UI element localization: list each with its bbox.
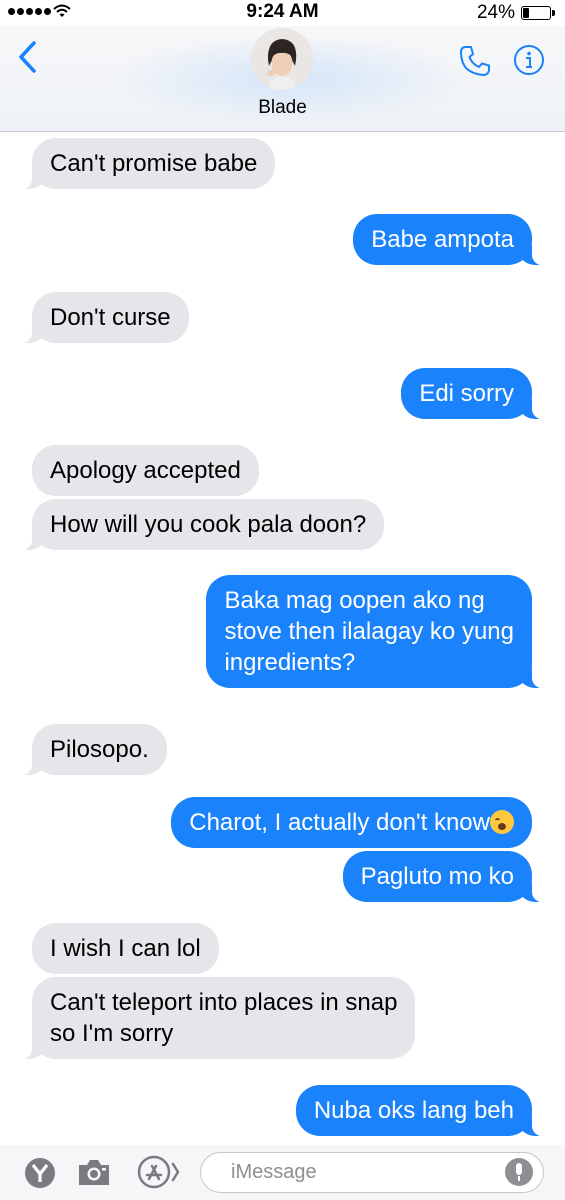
message-text-line: Can't teleport into places in snap [50, 989, 398, 1016]
battery-icon [521, 6, 555, 20]
message-bubble-incoming[interactable]: Can't promise babe [21, 138, 276, 189]
message-text: Babe ampota [371, 226, 514, 253]
message-input[interactable]: iMessage [200, 1152, 544, 1193]
battery-percentage: 24% [476, 2, 515, 23]
chevron-left-icon[interactable] [16, 40, 40, 74]
avatar[interactable] [251, 28, 313, 90]
message-text-line: stove then ilalagay ko yung [224, 618, 514, 645]
message-text: Can't promise babe [50, 150, 258, 177]
message-bubble-incoming[interactable]: Apology accepted [32, 445, 259, 496]
message-text: I wish I can lol [50, 935, 201, 962]
message-bubble-outgoing[interactable]: Nuba oks lang beh [295, 1085, 543, 1136]
message-text-line: ingredients? [224, 649, 356, 676]
message-text: Nuba oks lang beh [313, 1097, 514, 1124]
message-text: Pagluto mo ko [360, 863, 514, 890]
yelp-icon[interactable] [24, 1157, 56, 1189]
message-bubble-incoming[interactable]: Don't curse [22, 292, 189, 343]
app-store-icon[interactable] [137, 1155, 181, 1189]
message-text: Don't curse [50, 304, 171, 331]
message-bubble-incoming[interactable]: How will you cook pala doon? [21, 499, 385, 550]
message-bubble-incoming[interactable]: Pilosopo. [22, 724, 167, 775]
message-text: Pilosopo. [50, 736, 149, 763]
camera-icon[interactable] [76, 1156, 112, 1188]
message-list[interactable]: Can't promise babe Babe ampota Don't cur… [0, 133, 565, 1145]
message-text-line: so I'm sorry [50, 1020, 174, 1047]
message-text: Charot, I actually don't know [189, 809, 490, 836]
info-icon[interactable] [513, 44, 545, 76]
message-text: Apology accepted [50, 457, 241, 484]
message-text: Edi sorry [419, 380, 514, 407]
microphone-icon[interactable] [505, 1158, 533, 1186]
message-bubble-outgoing[interactable]: Pagluto mo ko [342, 851, 543, 902]
message-bubble-outgoing[interactable]: Edi sorry [401, 368, 542, 419]
message-bubble-outgoing[interactable]: Babe ampota [353, 214, 542, 265]
message-bubble-outgoing[interactable]: Charot, I actually don't know [171, 797, 532, 848]
status-bar: 9:24 AM 24% [0, 0, 565, 26]
phone-icon[interactable] [458, 44, 492, 78]
message-bubble-incoming[interactable]: Can't teleport into places in snap so I'… [21, 977, 416, 1059]
loudly-crying-face-icon [490, 810, 514, 834]
message-bubble-outgoing[interactable]: Baka mag oopen ako ng stove then ilalaga… [206, 575, 542, 688]
message-input-placeholder: iMessage [231, 1161, 317, 1183]
compose-bar: iMessage [0, 1145, 565, 1200]
contact-name[interactable]: Blade [0, 97, 565, 119]
message-text-line: Baka mag oopen ako ng [224, 587, 485, 614]
message-text: How will you cook pala doon? [50, 511, 367, 538]
message-bubble-incoming[interactable]: I wish I can lol [32, 923, 219, 974]
conversation-header: Blade [0, 26, 565, 132]
